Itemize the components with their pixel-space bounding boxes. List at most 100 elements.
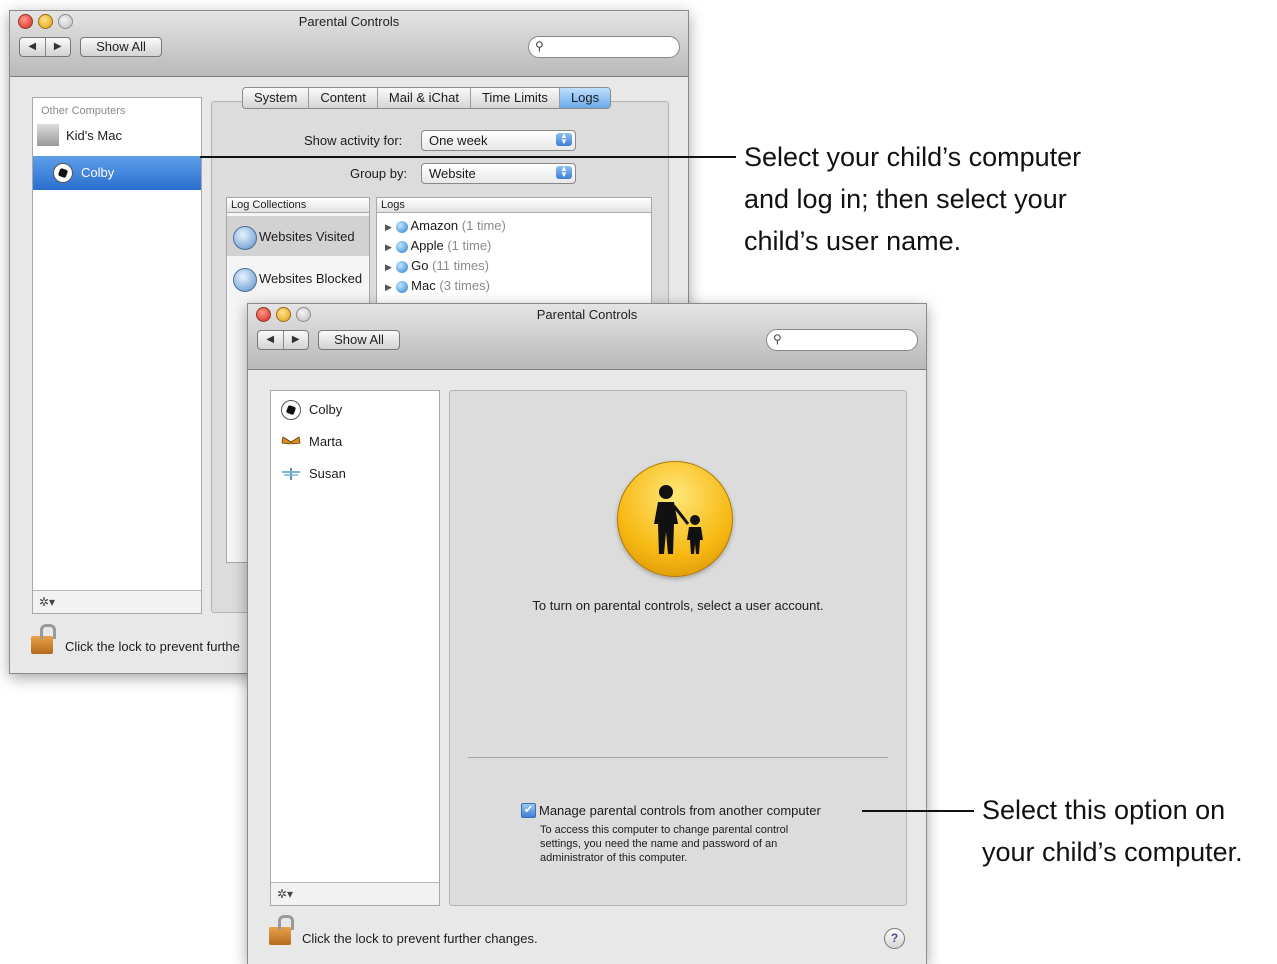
log-site: Go	[411, 258, 429, 273]
nav-buttons[interactable]: ◀ ▶	[257, 330, 309, 350]
log-count: (1 time)	[447, 238, 492, 253]
controls-pane: To turn on parental controls, select a u…	[449, 390, 907, 906]
computer-label: Colby	[81, 165, 115, 180]
globe-icon	[395, 280, 408, 293]
front-titlebar: Parental Controls ◀ ▶ Show All ⚲	[248, 304, 926, 370]
tab-content[interactable]: Content	[309, 88, 378, 108]
select-user-message: To turn on parental controls, select a u…	[532, 598, 824, 613]
globe-icon	[395, 220, 408, 233]
disclosure-triangle-icon[interactable]: ▶	[385, 242, 392, 252]
log-collections-header: Log Collections	[227, 198, 369, 213]
disclosure-triangle-icon[interactable]: ▶	[385, 222, 392, 232]
gear-icon[interactable]: ✲▾	[277, 887, 293, 901]
back-arrow-icon[interactable]: ◀	[20, 38, 46, 56]
manage-remotely-help-line: To access this computer to change parent…	[540, 824, 789, 836]
front-window: Parental Controls ◀ ▶ Show All ⚲ Colby M…	[247, 303, 927, 964]
safari-icon	[233, 268, 257, 292]
show-activity-label: Show activity for:	[304, 133, 403, 148]
sidebar-footer: ✲▾	[271, 882, 439, 905]
log-count: (1 time)	[461, 218, 506, 233]
other-computers-header: Other Computers	[41, 105, 126, 117]
globe-icon	[395, 260, 408, 273]
help-button[interactable]: ?	[884, 928, 905, 949]
lock-text: Click the lock to prevent furthe	[65, 639, 240, 654]
manage-remotely-label[interactable]: Manage parental controls from another co…	[539, 803, 821, 818]
callout-line-bottom	[862, 810, 974, 812]
disclosure-triangle-icon[interactable]: ▶	[385, 282, 392, 292]
computer-label: Kid's Mac	[66, 128, 122, 143]
popup-arrows-icon: ▲ ▼	[556, 165, 572, 179]
show-activity-popup[interactable]: One week ▲ ▼	[421, 130, 576, 151]
nav-buttons[interactable]: ◀ ▶	[19, 37, 71, 57]
computer-item-colby[interactable]: Colby	[33, 156, 201, 190]
callout-line-top	[200, 156, 736, 158]
log-row[interactable]: ▶ Mac (3 times)	[385, 278, 490, 293]
parental-controls-emblem-icon	[617, 461, 733, 577]
log-row[interactable]: ▶ Apple (1 time)	[385, 238, 491, 253]
log-site: Mac	[411, 278, 436, 293]
show-all-button[interactable]: Show All	[318, 330, 400, 350]
user-item-susan[interactable]: Susan	[279, 463, 429, 485]
collection-label: Websites Blocked	[259, 271, 363, 286]
logs-header: Logs	[377, 198, 651, 213]
user-label: Susan	[309, 466, 346, 481]
user-item-marta[interactable]: Marta	[279, 431, 429, 453]
lock-text: Click the lock to prevent further change…	[302, 931, 538, 946]
window-title: Parental Controls	[298, 14, 400, 29]
callout-top-line: Select your child’s computer	[744, 142, 1082, 172]
tab-system[interactable]: System	[243, 88, 310, 108]
tab-mail-ichat[interactable]: Mail & iChat	[378, 88, 471, 108]
sidebar-footer: ✲▾	[33, 590, 201, 613]
back-arrow-icon[interactable]: ◀	[258, 331, 284, 349]
manage-remotely-checkbox[interactable]: ✔	[521, 803, 536, 818]
user-item-colby[interactable]: Colby	[279, 399, 429, 421]
globe-icon	[395, 240, 408, 253]
tab-logs[interactable]: Logs	[559, 88, 611, 108]
computer-icon	[37, 124, 59, 146]
manage-remotely-help-line: administrator of this computer.	[540, 852, 688, 864]
soccer-ball-icon	[53, 163, 73, 183]
log-count: (3 times)	[439, 278, 490, 293]
show-all-button[interactable]: Show All	[80, 37, 162, 57]
back-titlebar: Parental Controls ◀ ▶ Show All ⚲	[10, 11, 688, 77]
soccer-ball-icon	[281, 400, 301, 420]
lock-icon[interactable]	[269, 915, 294, 945]
window-title: Parental Controls	[536, 307, 638, 322]
user-label: Marta	[309, 434, 343, 449]
search-icon: ⚲	[535, 39, 544, 53]
group-by-label: Group by:	[350, 166, 408, 181]
log-site: Amazon	[410, 218, 459, 233]
log-site: Apple	[410, 238, 444, 253]
user-label: Colby	[309, 402, 343, 417]
divider	[468, 757, 888, 758]
butterfly-icon	[281, 436, 301, 445]
gear-icon[interactable]: ✲▾	[39, 595, 55, 609]
computers-list: Other Computers Kid's Mac Colby ✲▾	[32, 97, 202, 614]
group-by-popup[interactable]: Website ▲ ▼	[421, 163, 576, 184]
lock-icon[interactable]	[31, 624, 56, 654]
logs-list: Logs ▶ Amazon (1 time) ▶ Apple (1 time) …	[376, 197, 652, 309]
search-icon: ⚲	[773, 332, 782, 346]
search-field[interactable]: ⚲	[528, 36, 680, 58]
disclosure-triangle-icon[interactable]: ▶	[385, 262, 392, 272]
callout-top-line: child’s user name.	[744, 226, 962, 256]
tab-time-limits[interactable]: Time Limits	[471, 88, 560, 108]
callout-top-line: and log in; then select your	[744, 184, 1067, 214]
callout-bottom-line: Select this option on	[982, 795, 1226, 825]
forward-arrow-icon[interactable]: ▶	[284, 331, 309, 349]
collection-websites-blocked[interactable]: Websites Blocked	[227, 258, 369, 298]
search-field[interactable]: ⚲	[766, 329, 918, 351]
safari-icon	[233, 226, 257, 250]
log-row[interactable]: ▶ Go (11 times)	[385, 258, 489, 273]
collection-label: Websites Visited	[259, 229, 355, 244]
log-row[interactable]: ▶ Amazon (1 time)	[385, 218, 506, 233]
show-activity-value: One week	[429, 133, 488, 148]
manage-remotely-help-line: settings, you need the name and password…	[540, 838, 778, 850]
forward-arrow-icon[interactable]: ▶	[46, 38, 71, 56]
tab-bar[interactable]: System Content Mail & iChat Time Limits …	[242, 87, 612, 109]
computer-item-kids-mac[interactable]: Kid's Mac	[37, 124, 197, 148]
collection-websites-visited[interactable]: Websites Visited	[227, 216, 369, 256]
dragonfly-icon	[282, 468, 300, 480]
log-count: (11 times)	[432, 258, 489, 273]
popup-arrows-icon: ▲ ▼	[556, 132, 572, 146]
